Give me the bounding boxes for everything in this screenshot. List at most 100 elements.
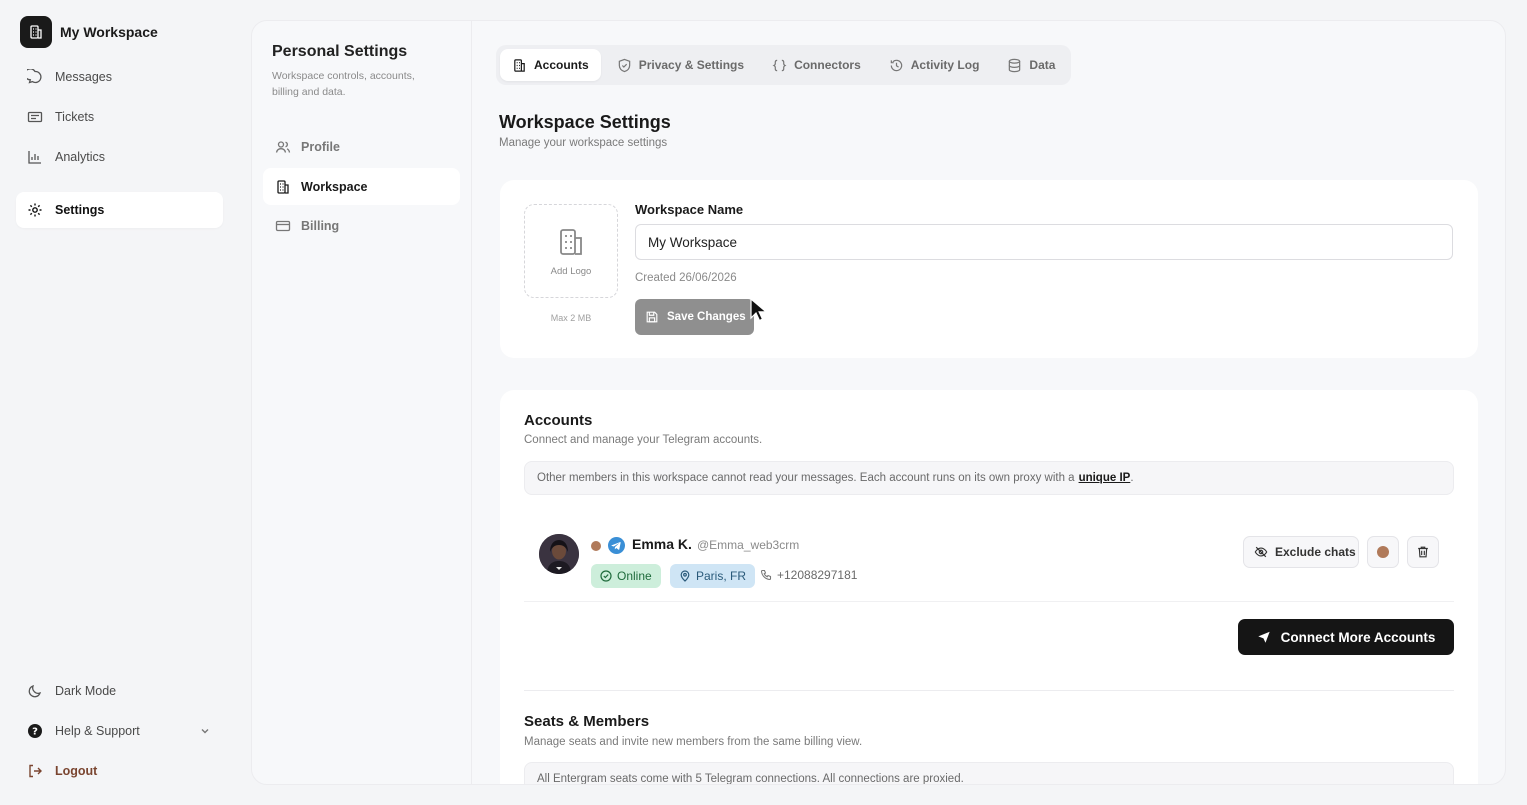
nav-item-tickets[interactable]: Tickets [16,99,223,135]
subnav-label: Workspace [301,179,368,194]
account-row: Emma K. @Emma_web3crm Online Paris, FR +… [524,520,1454,602]
unique-ip-link[interactable]: unique IP [1079,472,1131,484]
tab-label: Connectors [794,58,861,72]
shield-icon [618,58,630,72]
color-swatch [1377,546,1389,558]
phone-number: +12088297181 [777,568,858,582]
connect-more-accounts-button[interactable]: Connect More Accounts [1238,619,1454,655]
workspace-name: My Workspace [60,24,158,40]
settings-panel: Personal Settings Workspace controls, ac… [251,20,1506,785]
save-label: Save Changes [667,311,746,323]
delete-account-button[interactable] [1407,536,1439,568]
tab-privacy-settings[interactable]: Privacy & Settings [605,49,756,81]
tab-accounts[interactable]: Accounts [500,49,601,81]
seats-subtitle: Manage seats and invite new members from… [524,736,863,748]
gear-icon [28,203,42,217]
workspace-name-input[interactable] [635,224,1453,260]
notice-text: Other members in this workspace cannot r… [537,472,1075,484]
map-pin-icon [680,570,690,582]
seats-notice: All Entergram seats come with 5 Telegram… [524,762,1454,785]
tab-label: Privacy & Settings [638,58,745,72]
mouse-cursor-icon [750,298,766,322]
exclude-chats-button[interactable]: Exclude chats [1243,536,1359,568]
database-icon [1009,58,1021,72]
braces-icon [772,59,787,71]
ticket-icon [27,111,43,123]
subnav-description: Workspace controls, accounts, billing an… [272,70,415,98]
nav-label: Help & Support [55,724,140,738]
account-name: Emma K. [632,536,692,552]
save-icon [646,311,658,323]
telegram-icon [608,537,625,554]
accounts-subtitle: Connect and manage your Telegram account… [524,434,763,446]
tab-label: Data [1029,58,1056,72]
nav-label: Messages [55,70,112,84]
avatar [539,534,579,574]
seats-title: Seats & Members [524,713,650,730]
building-icon [30,25,42,39]
status-badge: Online [591,564,661,588]
accounts-title: Accounts [524,412,593,429]
workspace-name-label: Workspace Name [635,202,744,217]
nav-item-analytics[interactable]: Analytics [16,139,223,175]
accounts-card: Accounts Connect and manage your Telegra… [500,390,1478,785]
seats-notice-text: All Entergram seats come with 5 Telegram… [537,773,964,785]
tab-data[interactable]: Data [995,49,1067,81]
main-sidebar: My Workspace Messages Tickets Analytics … [0,0,240,805]
created-date: Created 26/06/2026 [635,272,737,284]
building-icon [560,228,582,255]
status-label: Online [617,569,652,583]
check-circle-icon [600,570,612,582]
phone-icon [760,569,772,581]
subnav-item-billing[interactable]: Billing [263,207,460,244]
max-size-hint: Max 2 MB [550,313,592,323]
nav-label: Analytics [55,150,106,164]
exclude-label: Exclude chats [1275,545,1356,559]
subnav-title: Personal Settings [272,43,408,60]
tab-connectors[interactable]: Connectors [760,49,873,81]
tab-label: Accounts [534,58,589,72]
nav-item-settings[interactable]: Settings [16,192,223,228]
subnav-label: Billing [301,218,340,233]
notice-end: . [1130,472,1134,484]
settings-tabs: Accounts Privacy & Settings Connectors A… [496,45,1072,85]
privacy-notice: Other members in this workspace cannot r… [524,461,1454,495]
message-icon [27,69,42,84]
users-icon [275,140,291,153]
building-icon [277,179,289,194]
nav-label: Tickets [55,110,95,124]
tab-activity-log[interactable]: Activity Log [877,49,992,81]
save-changes-button[interactable]: Save Changes [635,299,754,335]
subnav-label: Profile [301,139,340,154]
page-subtitle: Manage your workspace settings [499,137,668,149]
subnav-item-profile[interactable]: Profile [263,128,460,165]
trash-icon [1418,546,1428,558]
building-icon [514,58,525,72]
workspace-logo [20,16,52,48]
add-logo-dropzone[interactable]: Add Logo [524,204,618,298]
tab-label: Activity Log [910,58,980,72]
moon-icon [28,684,42,698]
help-support-menu[interactable]: ? Help & Support [16,713,223,749]
help-icon: ? [28,724,42,738]
account-handle: @Emma_web3crm [697,538,800,552]
chart-icon [28,151,41,164]
subnav-item-workspace[interactable]: Workspace [263,168,460,205]
nav-item-messages[interactable]: Messages [16,59,223,95]
nav-label: Dark Mode [55,684,117,698]
workspace-switcher[interactable]: My Workspace [20,16,158,48]
logout-button[interactable]: Logout [16,753,223,789]
logout-icon [29,764,42,778]
location-label: Paris, FR [696,569,747,583]
section-divider [524,690,1454,691]
send-icon [1257,631,1270,643]
dark-mode-toggle[interactable]: Dark Mode [16,673,223,709]
history-icon [890,59,902,71]
connect-label: Connect More Accounts [1280,629,1436,645]
eye-off-icon [1254,546,1268,558]
account-color-button[interactable] [1367,536,1399,568]
settings-subnav: Personal Settings Workspace controls, ac… [252,21,472,784]
nav-label: Logout [55,764,98,778]
account-color-dot [591,541,601,551]
svg-text:?: ? [32,727,38,738]
